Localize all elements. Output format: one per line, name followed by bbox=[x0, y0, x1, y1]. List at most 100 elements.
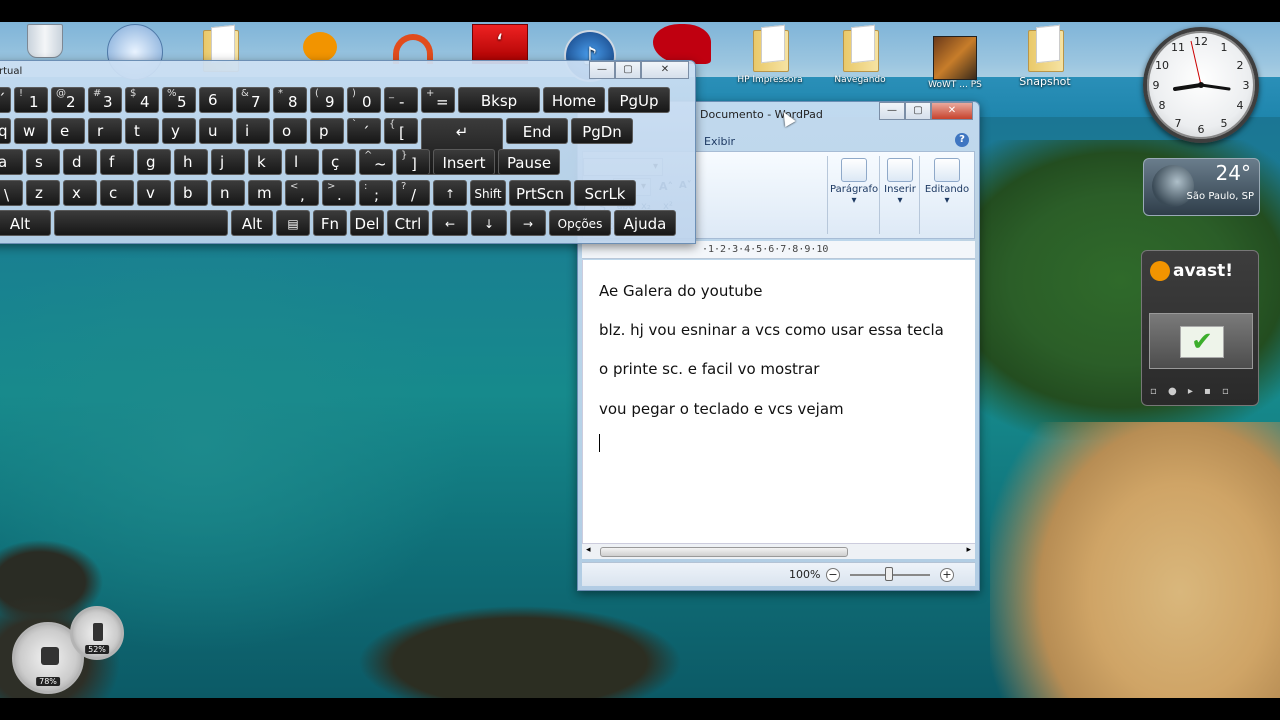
key-=[interactable]: + = bbox=[421, 87, 455, 113]
key-´[interactable]: ´ bbox=[0, 87, 11, 113]
key-4[interactable]: $4 bbox=[125, 87, 159, 113]
key-Opções[interactable]: Opções bbox=[549, 210, 611, 236]
key-PrtScn[interactable]: PrtScn bbox=[509, 180, 571, 206]
horizontal-scrollbar[interactable]: ◂ ▸ bbox=[582, 543, 975, 559]
avast-gadget[interactable]: avast! ✔ ▫ ● ▸ ▪ ▫ bbox=[1141, 250, 1259, 406]
key-l[interactable]: l bbox=[285, 149, 319, 175]
key-Ctrl[interactable]: Ctrl bbox=[387, 210, 429, 236]
key-menu[interactable]: ▤ bbox=[276, 210, 310, 236]
key-[[interactable]: {[ bbox=[384, 118, 418, 144]
key-w[interactable]: w bbox=[14, 118, 48, 144]
key-Pause[interactable]: Pause bbox=[498, 149, 560, 175]
key-5[interactable]: % 5 bbox=[162, 87, 196, 113]
key-f[interactable]: f bbox=[100, 149, 134, 175]
key-Insert[interactable]: Insert bbox=[433, 149, 495, 175]
key-~[interactable]: ^ ~ bbox=[359, 149, 393, 175]
key-3[interactable]: #3 bbox=[88, 87, 122, 113]
key-t[interactable]: t bbox=[125, 118, 159, 144]
zoom-in-button[interactable]: + bbox=[940, 568, 954, 582]
key-y[interactable]: y bbox=[162, 118, 196, 144]
key-s[interactable]: s bbox=[26, 149, 60, 175]
key-g[interactable]: g bbox=[137, 149, 171, 175]
key-Alt[interactable]: Alt bbox=[231, 210, 273, 236]
on-screen-keyboard-window[interactable]: rtual — ▢ ✕ ´! 1 @2 #3 $4% 5 6 & 7 * 8(9) 0 _ - + = Bksp… bbox=[0, 60, 696, 244]
close-button[interactable]: ✕ bbox=[931, 102, 973, 120]
avast-status-panel[interactable]: ✔ bbox=[1149, 313, 1253, 369]
key-k[interactable]: k bbox=[248, 149, 282, 175]
key-up[interactable]: ↑ bbox=[433, 180, 467, 206]
minimize-button[interactable]: — bbox=[589, 61, 615, 79]
maximize-button[interactable]: ▢ bbox=[615, 61, 641, 79]
key-1[interactable]: ! 1 bbox=[14, 87, 48, 113]
pdf-app-icon[interactable]: ‘ bbox=[460, 24, 540, 64]
key-7[interactable]: & 7 bbox=[236, 87, 270, 113]
key-space[interactable] bbox=[54, 210, 228, 236]
key-i[interactable]: i bbox=[236, 118, 270, 144]
key-6[interactable]: 6 bbox=[199, 87, 233, 113]
weather-gadget[interactable]: 24° São Paulo, SP bbox=[1143, 158, 1260, 216]
key-z[interactable]: z bbox=[26, 180, 60, 206]
key-´[interactable]: ` ´ bbox=[347, 118, 381, 144]
key-,[interactable]: <, bbox=[285, 180, 319, 206]
close-button[interactable]: ✕ bbox=[641, 61, 689, 79]
tab-view[interactable]: Exibir bbox=[704, 135, 735, 148]
key-left[interactable]: ← bbox=[432, 210, 468, 236]
key-Shift[interactable]: Shift bbox=[470, 180, 506, 206]
key-e[interactable]: e bbox=[51, 118, 85, 144]
key-End[interactable]: End bbox=[506, 118, 568, 144]
key-PgUp[interactable]: PgUp bbox=[608, 87, 670, 113]
key-n[interactable]: n bbox=[211, 180, 245, 206]
key-o[interactable]: o bbox=[273, 118, 307, 144]
key-Del[interactable]: Del bbox=[350, 210, 384, 236]
key-0[interactable]: ) 0 bbox=[347, 87, 381, 113]
avast-toolbar-icons[interactable]: ▫ ● ▸ ▪ ▫ bbox=[1150, 386, 1250, 397]
key-Bksp[interactable]: Bksp bbox=[458, 87, 540, 113]
key-c[interactable]: c bbox=[100, 180, 134, 206]
scroll-left-icon[interactable]: ◂ bbox=[586, 545, 591, 555]
game-shortcut-icon[interactable]: WoWT ... PS bbox=[915, 36, 995, 90]
key-r[interactable]: r bbox=[88, 118, 122, 144]
key-][interactable]: }] bbox=[396, 149, 430, 175]
key-/[interactable]: ? / bbox=[396, 180, 430, 206]
key-a[interactable]: a bbox=[0, 149, 23, 175]
key-2[interactable]: @2 bbox=[51, 87, 85, 113]
key-down[interactable]: ↓ bbox=[471, 210, 507, 236]
key-PgDn[interactable]: PgDn bbox=[571, 118, 633, 144]
key-x[interactable]: x bbox=[63, 180, 97, 206]
key-Alt[interactable]: Alt bbox=[0, 210, 51, 236]
insert-button[interactable]: Inserir ▾ bbox=[882, 158, 918, 206]
scroll-right-icon[interactable]: ▸ bbox=[966, 545, 971, 555]
key-ScrLk[interactable]: ScrLk bbox=[574, 180, 636, 206]
key--[interactable]: _ - bbox=[384, 87, 418, 113]
key-m[interactable]: m bbox=[248, 180, 282, 206]
folder-icon[interactable]: Snapshot bbox=[1005, 26, 1085, 88]
key-j[interactable]: j bbox=[211, 149, 245, 175]
key-p[interactable]: p bbox=[310, 118, 344, 144]
key-.[interactable]: >. bbox=[322, 180, 356, 206]
minimize-button[interactable]: — bbox=[879, 102, 905, 120]
clock-gadget[interactable]: 12 1 2 3 4 5 6 7 8 9 10 11 bbox=[1143, 27, 1259, 143]
key-d[interactable]: d bbox=[63, 149, 97, 175]
key-;[interactable]: :; bbox=[359, 180, 393, 206]
help-icon[interactable]: ? bbox=[955, 133, 969, 147]
bird-app-icon[interactable] bbox=[642, 24, 722, 64]
editing-button[interactable]: Editando ▾ bbox=[922, 158, 972, 206]
zoom-slider-handle[interactable] bbox=[885, 567, 893, 581]
maximize-button[interactable]: ▢ bbox=[905, 102, 931, 120]
key-q[interactable]: q bbox=[0, 118, 11, 144]
key-v[interactable]: v bbox=[137, 180, 171, 206]
zoom-out-button[interactable]: − bbox=[826, 568, 840, 582]
folder-icon[interactable]: HP Impressora bbox=[730, 26, 810, 85]
paragraph-button[interactable]: Parágrafo ▾ bbox=[830, 158, 878, 206]
key-\[interactable]: |\ bbox=[0, 180, 23, 206]
avast-desktop-icon[interactable] bbox=[280, 32, 360, 62]
key-right[interactable]: → bbox=[510, 210, 546, 236]
recycle-bin-icon[interactable] bbox=[5, 24, 85, 58]
ram-meter-gadget[interactable]: 52% bbox=[70, 606, 124, 660]
document-page[interactable]: Ae Galera do youtube blz. hj vou esninar… bbox=[582, 260, 975, 543]
key-8[interactable]: * 8 bbox=[273, 87, 307, 113]
key-ç[interactable]: ç bbox=[322, 149, 356, 175]
scrollbar-thumb[interactable] bbox=[600, 547, 848, 557]
folder-icon[interactable]: Navegando bbox=[820, 26, 900, 85]
key-b[interactable]: b bbox=[174, 180, 208, 206]
